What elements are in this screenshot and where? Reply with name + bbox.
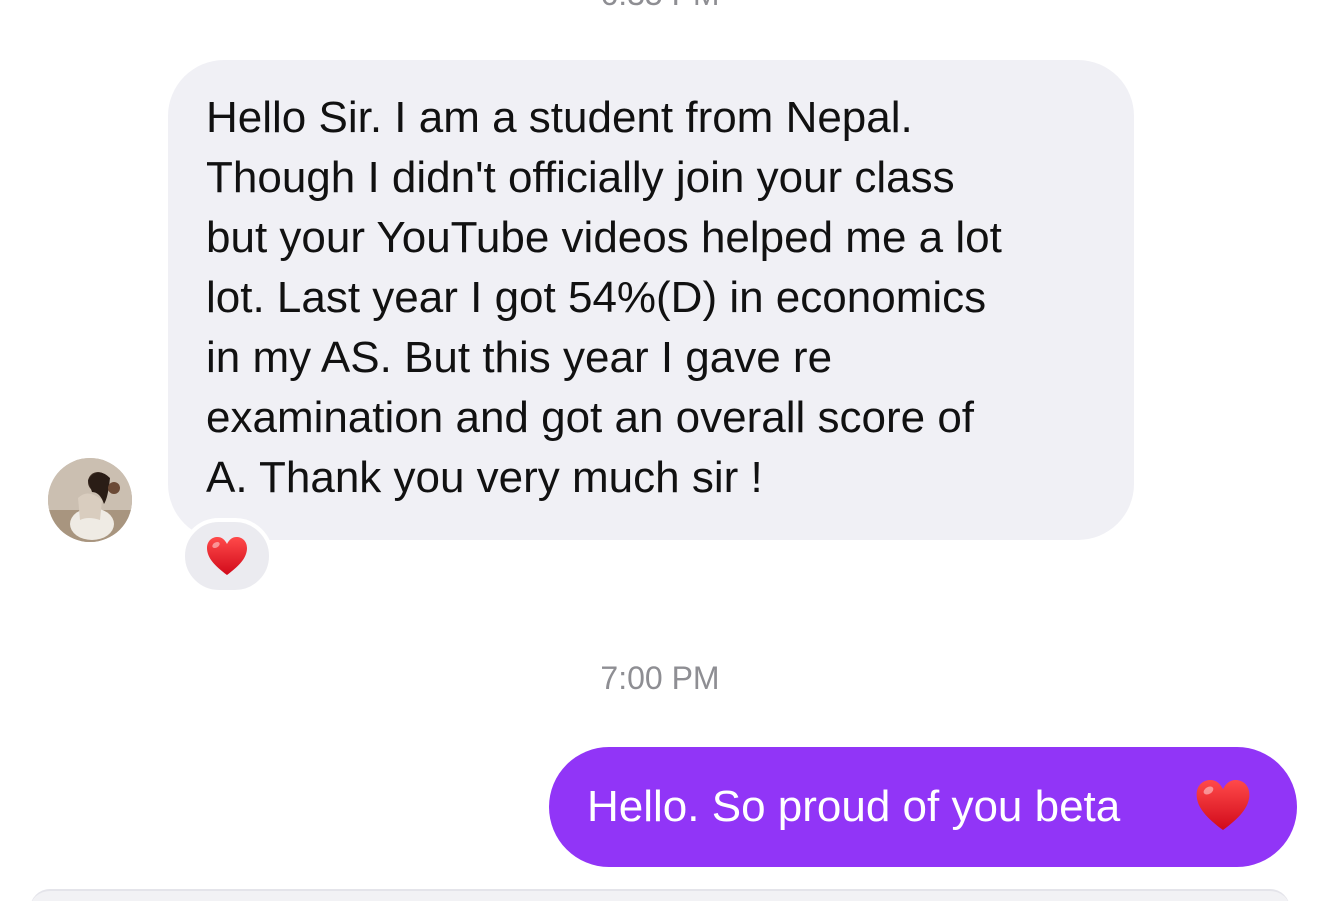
- heart-icon: [1196, 779, 1250, 831]
- message-line: A. Thank you very much sir !: [206, 453, 763, 502]
- message-line: Though I didn't officially join your cla…: [206, 153, 955, 202]
- heart-icon: [207, 537, 247, 575]
- message-line: in my AS. But this year I gave re: [206, 333, 833, 382]
- message-text: Hello. So proud of you beta: [587, 782, 1121, 831]
- next-message-edge: [30, 889, 1290, 901]
- timestamp: 6:35 PM: [0, 0, 1320, 14]
- message-line: but your YouTube videos helped me a lot: [206, 213, 1002, 262]
- message-reaction[interactable]: [181, 518, 273, 594]
- message-line: Hello Sir. I am a student from Nepal.: [206, 93, 913, 142]
- chat-thread: 6:35 PM Hello Sir. I am a student from N…: [0, 0, 1320, 901]
- timestamp: 7:00 PM: [600, 660, 720, 696]
- message-line: lot. Last year I got 54%(D) in economics: [206, 273, 987, 322]
- user-avatar-icon: [48, 458, 132, 542]
- sender-avatar[interactable]: [48, 458, 132, 542]
- message-line: examination and got an overall score of: [206, 393, 975, 442]
- incoming-message-bubble[interactable]: Hello Sir. I am a student from Nepal. Th…: [168, 60, 1134, 540]
- outgoing-message-bubble[interactable]: Hello. So proud of you beta: [549, 747, 1297, 867]
